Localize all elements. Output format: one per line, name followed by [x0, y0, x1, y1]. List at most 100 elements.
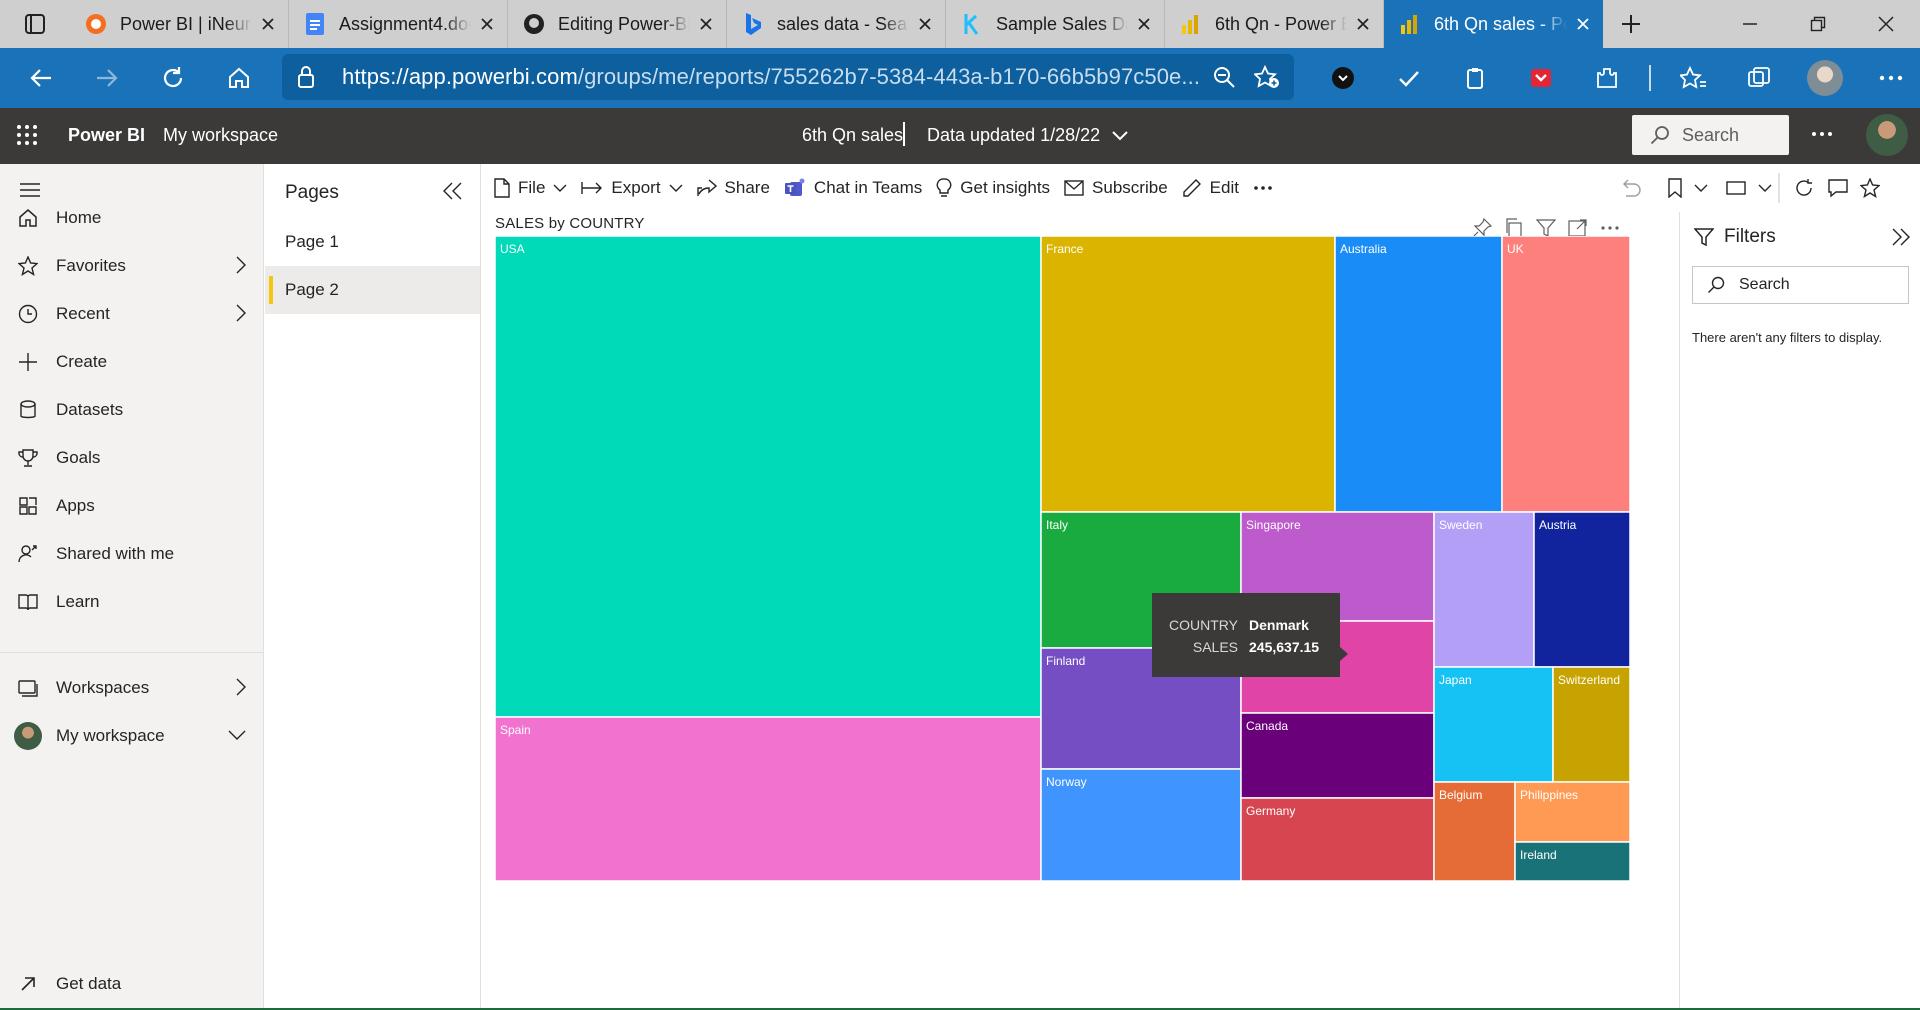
user-avatar[interactable] [1866, 114, 1908, 156]
nav-item-create[interactable]: Create [0, 340, 264, 384]
close-icon[interactable] [258, 14, 278, 34]
extension-clipboard-icon[interactable] [1442, 48, 1508, 108]
chevron-down-icon[interactable] [228, 730, 246, 740]
chevron-right-icon[interactable] [236, 678, 246, 696]
chat-in-teams-button[interactable]: Chat in Teams [784, 164, 922, 212]
nav-item-favorites[interactable]: Favorites [0, 244, 264, 288]
subscribe-button[interactable]: Subscribe [1064, 164, 1168, 212]
filter-icon[interactable] [1536, 218, 1556, 238]
close-icon[interactable] [1134, 14, 1154, 34]
browser-tab-assignment[interactable]: Assignment4.docx [289, 0, 508, 48]
page-tab-page-2[interactable]: Page 2 [265, 266, 480, 314]
edit-label: Edit [1209, 178, 1239, 197]
tab-actions-icon[interactable] [0, 0, 70, 48]
search-box[interactable]: Search [1632, 115, 1789, 155]
add-favorite-icon[interactable] [1254, 65, 1280, 89]
treemap-tile-france[interactable] [1040, 236, 1336, 513]
file-menu[interactable]: File [494, 164, 567, 212]
nav-item-get-data[interactable]: Get data [0, 962, 264, 1006]
browser-tab-kaggle[interactable]: Sample Sales Data [946, 0, 1165, 48]
extensions-icon[interactable] [1574, 48, 1640, 108]
treemap-tile-australia[interactable] [1334, 236, 1503, 513]
browser-tab-bing[interactable]: sales data - Search [727, 0, 946, 48]
chevron-right-icon[interactable] [236, 256, 246, 274]
nav-item-label: Get data [56, 974, 122, 993]
nav-item-home[interactable]: Home [0, 196, 264, 240]
restore-icon[interactable] [1784, 0, 1852, 48]
treemap-tile-uk[interactable] [1501, 236, 1630, 513]
browser-tab-powerbi-sales[interactable]: 6th Qn sales - Power BI [1384, 0, 1603, 48]
workspace-link[interactable]: My workspace [163, 125, 278, 146]
close-icon[interactable] [696, 14, 716, 34]
browser-tab-powerbi-qn[interactable]: 6th Qn - Power BI [1165, 0, 1384, 48]
treemap-tile-sweden[interactable] [1433, 511, 1535, 668]
back-icon[interactable] [8, 48, 74, 108]
plus-icon [0, 352, 56, 372]
url-bar[interactable]: https://app.powerbi.com/groups/me/report… [282, 54, 1294, 100]
chevron-down-icon [1694, 184, 1708, 192]
browser-tab-github[interactable]: Editing Power-BI [508, 0, 727, 48]
favorites-bar-icon[interactable] [1660, 48, 1726, 108]
collapse-pane-icon[interactable] [443, 182, 463, 200]
filters-search-input[interactable]: Search [1692, 266, 1909, 304]
app-name[interactable]: Power BI [68, 125, 145, 146]
pin-icon[interactable] [1472, 218, 1492, 238]
new-tab-button[interactable] [1603, 0, 1659, 48]
treemap-tile-austria[interactable] [1533, 511, 1630, 668]
share-button[interactable]: Share [696, 164, 770, 212]
profile-avatar[interactable] [1792, 48, 1858, 108]
nav-item-label: Goals [56, 448, 101, 467]
nav-item-apps[interactable]: Apps [0, 484, 264, 528]
refresh-icon[interactable] [1794, 164, 1814, 212]
zoom-icon[interactable] [1212, 65, 1236, 89]
export-menu[interactable]: Export [581, 164, 683, 212]
extension-dark-icon[interactable] [1310, 48, 1376, 108]
nav-item-learn[interactable]: Learn [0, 580, 264, 624]
report-canvas: SALES by COUNTRY USA Spain France Australia… [482, 212, 1678, 1010]
treemap-chart[interactable]: USA Spain France Australia UK Italy Finland Nor… [495, 236, 1630, 881]
app-launcher-icon[interactable] [16, 124, 38, 146]
expand-pane-icon[interactable] [1892, 228, 1910, 246]
nav-item-goals[interactable]: Goals [0, 436, 264, 480]
get-insights-button[interactable]: Get insights [936, 164, 1050, 212]
collections-icon[interactable] [1726, 48, 1792, 108]
close-icon[interactable] [477, 14, 497, 34]
browser-menu-icon[interactable] [1858, 48, 1920, 108]
close-window-icon[interactable] [1852, 0, 1920, 48]
focus-mode-icon[interactable] [1568, 218, 1588, 238]
github-icon [522, 12, 546, 36]
copy-visual-icon[interactable] [1504, 218, 1524, 238]
home-icon[interactable] [206, 48, 272, 108]
extension-check-icon[interactable] [1376, 48, 1442, 108]
more-options-icon[interactable] [1600, 218, 1620, 238]
data-updated-dropdown[interactable]: Data updated 1/28/22 [927, 125, 1128, 146]
undo-icon[interactable] [1620, 164, 1642, 212]
lock-icon[interactable] [296, 65, 326, 89]
forward-icon[interactable] [74, 48, 140, 108]
url-text[interactable]: https://app.powerbi.com/groups/me/report… [342, 64, 1200, 90]
nav-item-workspaces[interactable]: Workspaces [0, 666, 264, 710]
nav-item-shared[interactable]: Shared with me [0, 532, 264, 576]
comment-icon[interactable] [1828, 164, 1848, 212]
close-icon[interactable] [915, 14, 935, 34]
nav-item-datasets[interactable]: Datasets [0, 388, 264, 432]
more-options-icon[interactable] [1810, 122, 1834, 146]
chevron-right-icon[interactable] [236, 304, 246, 322]
minimize-icon[interactable] [1716, 0, 1784, 48]
more-options-icon[interactable] [1253, 164, 1273, 212]
close-icon[interactable] [1353, 14, 1373, 34]
treemap-tile-usa[interactable] [495, 236, 1042, 718]
extension-pocket-icon[interactable] [1508, 48, 1574, 108]
treemap-tile-spain[interactable] [495, 716, 1042, 881]
edit-button[interactable]: Edit [1182, 164, 1239, 212]
page-tab-page-1[interactable]: Page 1 [265, 218, 480, 266]
favorite-star-icon[interactable] [1860, 164, 1880, 212]
refresh-icon[interactable] [140, 48, 206, 108]
close-icon[interactable] [1573, 14, 1593, 34]
nav-item-my-workspace[interactable]: My workspace [0, 714, 264, 758]
nav-item-recent[interactable]: Recent [0, 292, 264, 336]
workspaces-icon [0, 678, 56, 698]
browser-tab-ineuron[interactable]: Power BI | iNeuron [70, 0, 289, 48]
bookmark-menu[interactable] [1668, 164, 1708, 212]
view-menu[interactable] [1726, 164, 1772, 212]
